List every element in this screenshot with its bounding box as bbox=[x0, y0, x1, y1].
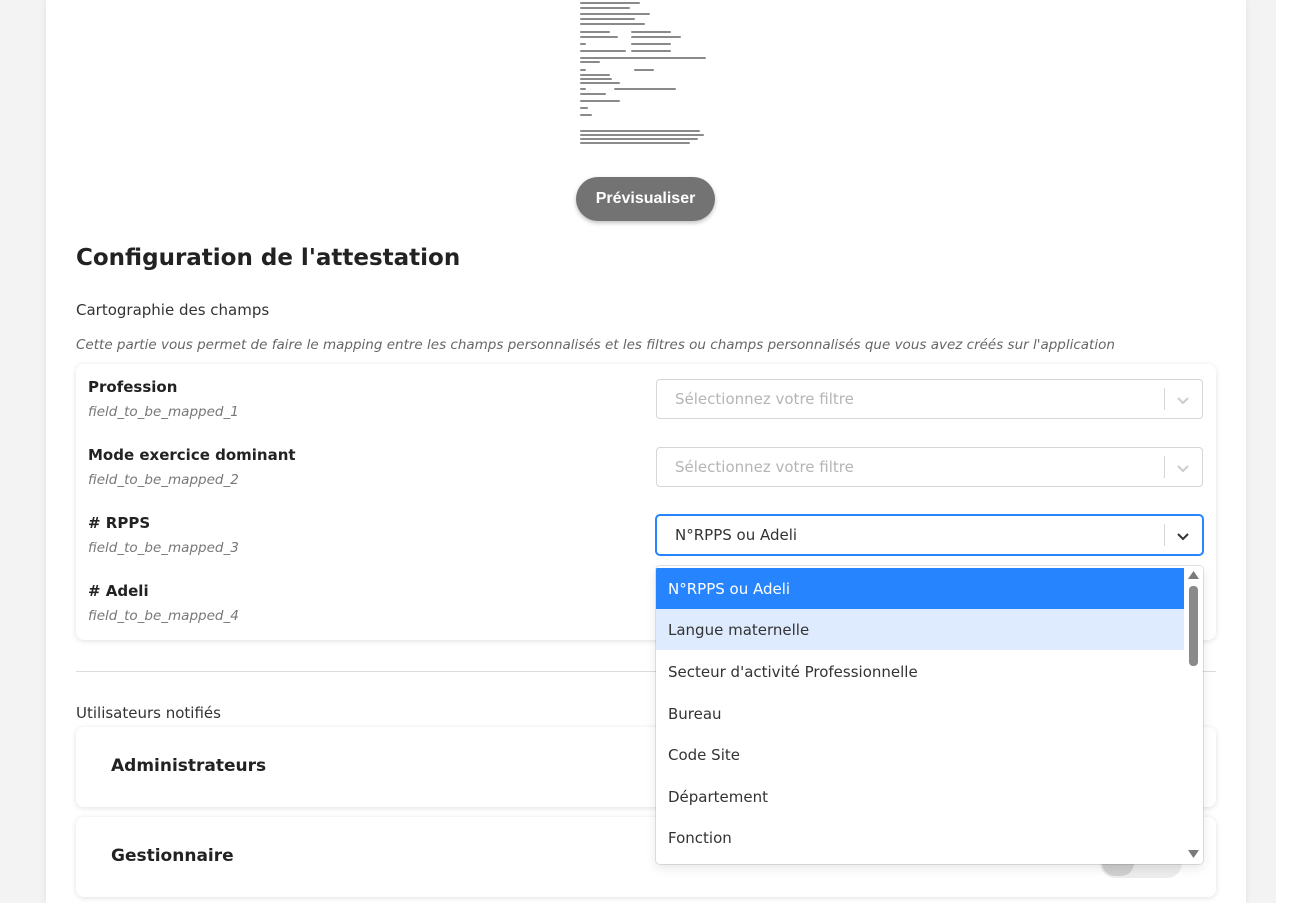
mapping-key-adeli: field_to_be_mapped_4 bbox=[88, 608, 239, 624]
dropdown-option[interactable]: Secteur d'activité Professionnelle bbox=[656, 651, 1184, 692]
select-mode-exercice[interactable]: Sélectionnez votre filtre bbox=[656, 447, 1203, 487]
notified-users-label: Utilisateurs notifiés bbox=[76, 704, 221, 722]
select-placeholder: Sélectionnez votre filtre bbox=[675, 458, 854, 476]
scroll-up-arrow-icon[interactable] bbox=[1188, 570, 1199, 580]
dropdown-scrollbar[interactable] bbox=[1184, 566, 1203, 864]
select-separator bbox=[1164, 456, 1165, 478]
mapping-key-profession: field_to_be_mapped_1 bbox=[88, 404, 239, 420]
chevron-down-icon[interactable] bbox=[1175, 528, 1191, 544]
mapping-subtitle: Cartographie des champs bbox=[76, 301, 270, 319]
mapping-description: Cette partie vous permet de faire le map… bbox=[76, 337, 1115, 353]
group-title: Administrateurs bbox=[111, 756, 267, 776]
chevron-down-icon[interactable] bbox=[1175, 392, 1191, 408]
mapping-key-mode-exercice: field_to_be_mapped_2 bbox=[88, 472, 239, 488]
dropdown-option[interactable]: Fonction bbox=[656, 817, 1184, 858]
mapping-label-rpps: # RPPS bbox=[88, 514, 151, 532]
dropdown-option[interactable]: Code Site bbox=[656, 734, 1184, 775]
select-rpps[interactable]: N°RPPS ou Adeli bbox=[656, 515, 1203, 555]
select-placeholder: Sélectionnez votre filtre bbox=[675, 390, 854, 408]
select-separator bbox=[1164, 524, 1165, 546]
mapping-label-adeli: # Adeli bbox=[88, 582, 149, 600]
dropdown-option[interactable]: Langue maternelle bbox=[656, 609, 1184, 650]
dropdown-option[interactable]: N°RPPS ou Adeli bbox=[656, 568, 1184, 609]
select-profession[interactable]: Sélectionnez votre filtre bbox=[656, 379, 1203, 419]
page-scrollbar[interactable] bbox=[1276, 0, 1292, 903]
section-title: Configuration de l'attestation bbox=[76, 245, 461, 271]
dropdown-option[interactable]: Département bbox=[656, 776, 1184, 817]
dropdown-scrollbar-thumb[interactable] bbox=[1189, 586, 1198, 666]
mapping-label-profession: Profession bbox=[88, 378, 178, 396]
select-dropdown-menu[interactable]: N°RPPS ou Adeli Langue maternelle Secteu… bbox=[656, 566, 1203, 864]
document-preview-thumbnail bbox=[576, 0, 716, 150]
group-title: Gestionnaire bbox=[111, 846, 234, 866]
select-value: N°RPPS ou Adeli bbox=[675, 526, 798, 544]
scroll-down-arrow-icon[interactable] bbox=[1188, 849, 1199, 859]
dropdown-option[interactable]: Bureau bbox=[656, 693, 1184, 734]
select-separator bbox=[1164, 388, 1165, 410]
chevron-down-icon[interactable] bbox=[1175, 460, 1191, 476]
preview-button[interactable]: Prévisualiser bbox=[576, 177, 715, 221]
mapping-label-mode-exercice: Mode exercice dominant bbox=[88, 446, 296, 464]
mapping-key-rpps: field_to_be_mapped_3 bbox=[88, 540, 239, 556]
